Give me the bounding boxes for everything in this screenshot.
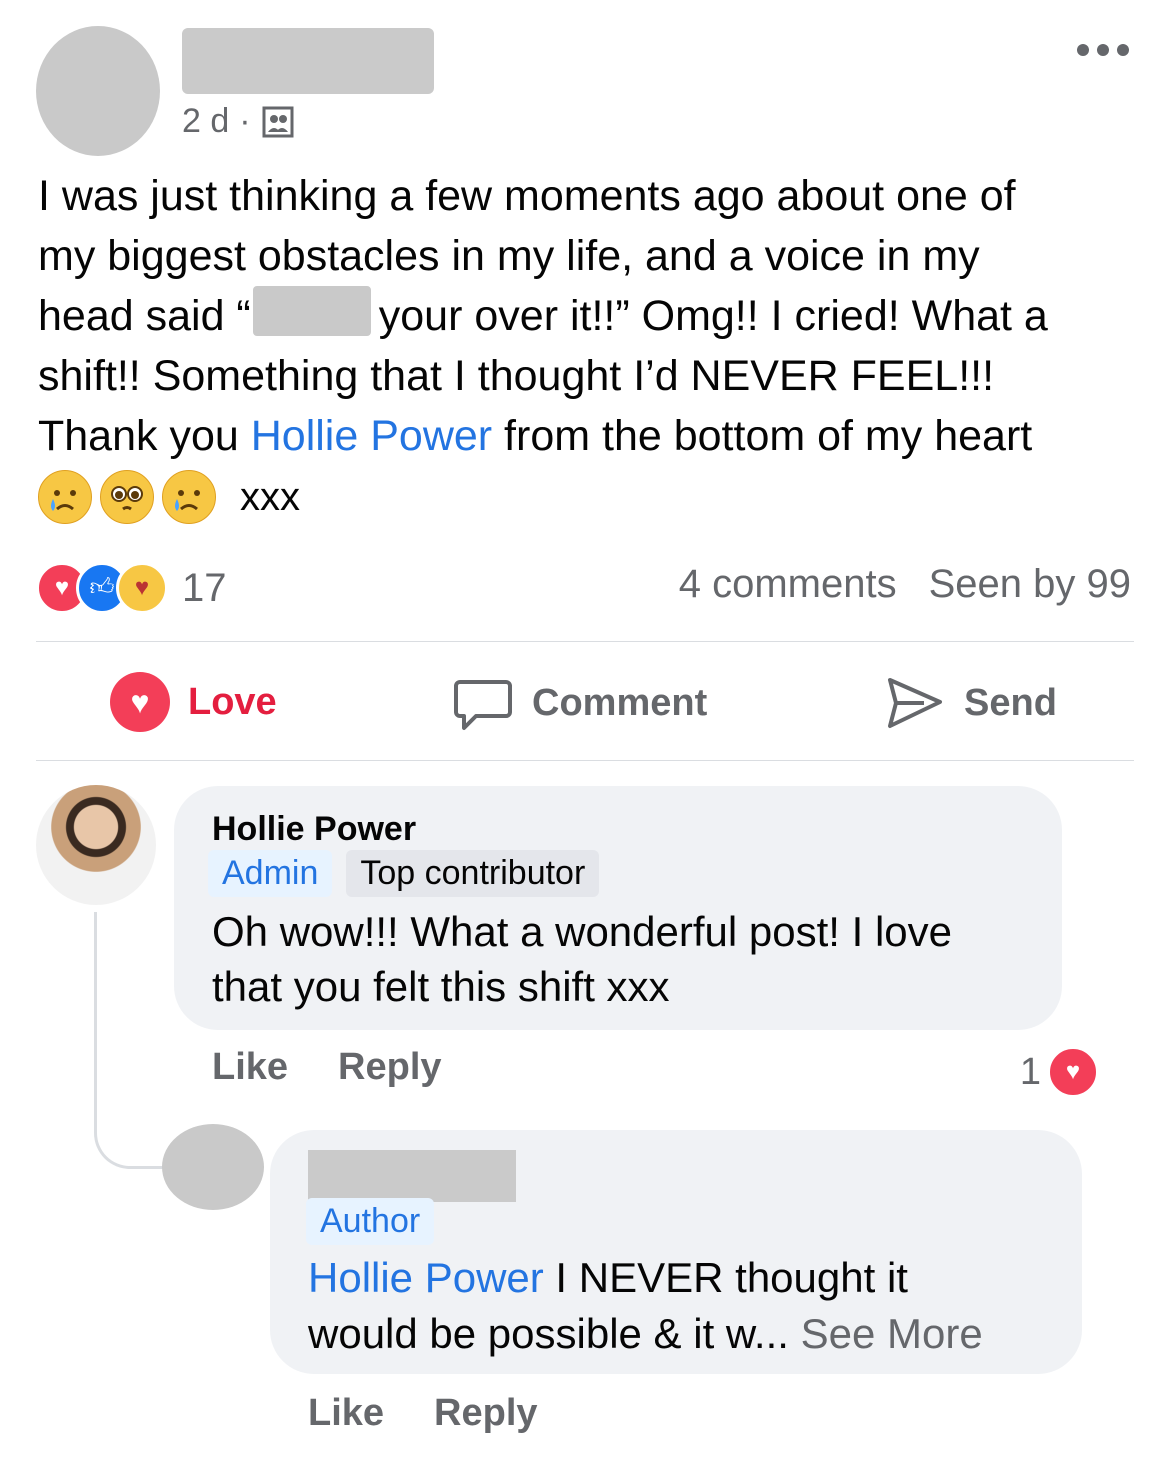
- divider: [36, 641, 1134, 642]
- seen-by[interactable]: Seen by 99: [929, 562, 1131, 607]
- post-text-line: head said “your over it!!” Omg!! I cried…: [38, 286, 1138, 346]
- love-button[interactable]: ♥ Love: [110, 672, 277, 732]
- care-icon: ♥: [116, 562, 168, 614]
- post-time[interactable]: 2 d: [182, 102, 229, 141]
- more-icon[interactable]: [1077, 44, 1129, 56]
- crying-face-icon: [162, 470, 216, 524]
- comment-button[interactable]: Comment: [452, 672, 707, 734]
- mention-link[interactable]: Hollie Power: [251, 412, 492, 460]
- reaction-count: 17: [182, 565, 227, 610]
- comment-icon: [454, 680, 512, 730]
- redacted-name: [252, 286, 371, 336]
- love-label: Love: [188, 680, 277, 723]
- love-icon: ♥: [1047, 1046, 1099, 1098]
- reply-text: Hollie Power I NEVER thought it would be…: [308, 1254, 983, 1357]
- send-label: Send: [964, 681, 1057, 724]
- like-link[interactable]: Like: [308, 1392, 384, 1435]
- post-author-avatar[interactable]: [36, 26, 160, 156]
- reply-author-avatar[interactable]: [162, 1124, 264, 1210]
- reply-bubble: Author Hollie Power I NEVER thought it w…: [270, 1130, 1082, 1374]
- mention-link[interactable]: Hollie Power: [308, 1254, 544, 1301]
- reply-link[interactable]: Reply: [338, 1046, 441, 1089]
- comment-bubble: Hollie Power Admin Top contributor Oh wo…: [174, 786, 1062, 1030]
- admin-badge: Admin: [208, 850, 333, 897]
- post-text-line: I was just thinking a few moments ago ab…: [38, 172, 1016, 220]
- top-contributor-badge: Top contributor: [346, 850, 600, 897]
- emoji-row: xxx: [38, 470, 300, 524]
- emoji-tail-text: xxx: [240, 474, 300, 519]
- commenter-name[interactable]: Hollie Power: [212, 810, 416, 849]
- reply-link[interactable]: Reply: [434, 1392, 537, 1435]
- send-button[interactable]: Send: [884, 672, 1057, 734]
- send-icon: [888, 678, 942, 728]
- like-link[interactable]: Like: [212, 1046, 288, 1089]
- post-body: I was just thinking a few moments ago ab…: [38, 166, 1138, 466]
- post-meta: 2 d ·: [182, 102, 295, 141]
- post-text-line: Thank you Hollie Power from the bottom o…: [38, 412, 1033, 460]
- author-badge: Author: [306, 1198, 435, 1245]
- post-text-line: my biggest obstacles in my life, and a v…: [38, 232, 980, 280]
- comment-reaction-count: 1: [1019, 1050, 1041, 1093]
- post-text-line: shift!! Something that I thought I’d NEV…: [38, 352, 995, 400]
- reply-author-name-redacted[interactable]: [308, 1150, 516, 1202]
- reply-actions: Like Reply: [308, 1392, 538, 1435]
- comment-actions: Like Reply: [212, 1046, 442, 1089]
- comment-label: Comment: [532, 681, 708, 724]
- badge-row: Author: [306, 1198, 435, 1245]
- commenter-avatar[interactable]: [36, 785, 156, 905]
- post-author-name-redacted[interactable]: [182, 28, 434, 94]
- see-more-link[interactable]: See More: [801, 1310, 983, 1357]
- badge-row: Admin Top contributor: [208, 850, 600, 897]
- divider: [36, 760, 1134, 761]
- comment-text: Oh wow!!! What a wonderful post! I love …: [212, 908, 953, 1010]
- post-stats: 4 comments Seen by 99: [679, 562, 1131, 607]
- reaction-summary[interactable]: ♥ 👍︎ ♥ 17: [36, 562, 227, 614]
- meta-separator: ·: [239, 102, 251, 140]
- thread-line: [94, 912, 167, 1169]
- crying-face-icon: [38, 470, 92, 524]
- group-icon: [262, 106, 294, 137]
- comments-count[interactable]: 4 comments: [679, 562, 897, 607]
- comment-reaction[interactable]: 1 ♥: [1020, 1046, 1099, 1098]
- pleading-face-icon: [100, 470, 154, 524]
- heart-icon: ♥: [110, 672, 170, 732]
